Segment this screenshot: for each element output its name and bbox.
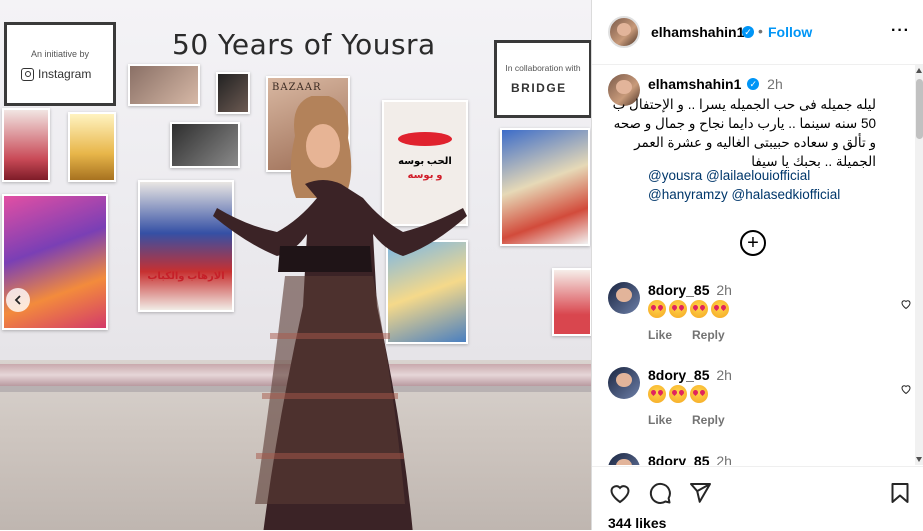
bookmark-icon[interactable]: [888, 481, 912, 505]
heart-icon[interactable]: [608, 481, 632, 505]
sign-instagram-brand: Instagram: [21, 67, 91, 81]
comments-scroll-area[interactable]: elhamshahin1 ✓ 2h ليله جميله فى حب الجمي…: [592, 65, 914, 465]
likes-count[interactable]: 344 likes: [608, 515, 666, 531]
header-separator: •: [758, 23, 763, 39]
poster-red-portrait: [552, 268, 591, 336]
commenter-username[interactable]: 8dory_85: [648, 367, 709, 383]
commenter-avatar[interactable]: [608, 453, 640, 465]
more-options-icon[interactable]: ···: [891, 22, 910, 40]
scrollbar-thumb[interactable]: [916, 79, 923, 139]
comment-item: 8dory_85 2h Like Reply: [592, 367, 914, 437]
heart-eyes-emoji-icon: [648, 300, 666, 319]
heart-eyes-emoji-icon: [669, 385, 687, 404]
chevron-left-icon: [14, 295, 21, 305]
mention-halasedkiofficial[interactable]: @halasedkiofficial: [732, 187, 841, 202]
poster-bazaar-word: BAZAAR: [272, 82, 322, 93]
poster-colorful-cast: [500, 128, 590, 246]
commenter-avatar[interactable]: [608, 282, 640, 314]
mention-lailaelouiofficial[interactable]: @lailaelouiofficial: [706, 168, 810, 183]
sign-bridge-small-text: In collaboration with: [505, 63, 581, 73]
heart-eyes-emoji-icon: [669, 300, 687, 319]
commenter-avatar[interactable]: [608, 367, 640, 399]
mention-hanyramzy[interactable]: @hanyramzy: [648, 187, 728, 202]
comment-header: 8dory_85 2h: [648, 453, 732, 465]
comment-item: 8dory_85 2h Like Reply: [592, 282, 914, 352]
comment-icon[interactable]: [648, 481, 672, 505]
post-actions-bar: 344 likes: [592, 466, 923, 531]
author-avatar[interactable]: [608, 16, 640, 48]
photo-sign-bridge: In collaboration with BRIDGE: [494, 40, 591, 118]
comment-header: 8dory_85 2h: [648, 282, 732, 298]
post-side-panel: elhamshahin1 ✓ • Follow ··· elhamshahin1…: [591, 0, 923, 531]
comment-item: 8dory_85 2h: [592, 453, 914, 465]
post-photo[interactable]: 50 Years of Yousra An initiative by Inst…: [0, 0, 591, 530]
caption-mentions: @yousra @lailaelouiofficial @hanyramzy @…: [648, 166, 840, 204]
comment-like-button[interactable]: Like: [648, 328, 672, 342]
sign-instagram-brand-text: Instagram: [38, 67, 92, 81]
comment-time[interactable]: 2h: [716, 453, 732, 465]
caption-text: ليله جميله فى حب الجميله يسرا .. و الإحت…: [612, 97, 876, 169]
comments-scrollbar[interactable]: [915, 65, 923, 465]
caption-header: elhamshahin1 ✓ 2h: [648, 76, 783, 92]
poster-yellow-portrait: [68, 112, 116, 182]
scroll-down-arrow-icon[interactable]: [916, 457, 922, 462]
photo-banner-title: 50 Years of Yousra: [172, 28, 436, 61]
sign-bridge-brand-text: BRIDGE: [511, 81, 567, 95]
comment-emojis: [648, 385, 711, 404]
heart-icon[interactable]: [900, 383, 912, 395]
verified-badge-icon: ✓: [747, 78, 760, 91]
comment-time[interactable]: 2h: [716, 282, 732, 298]
mention-yousra[interactable]: @yousra: [648, 168, 702, 183]
comment-reply-button[interactable]: Reply: [692, 413, 725, 427]
verified-badge-icon: ✓: [742, 26, 754, 38]
comment-reply-button[interactable]: Reply: [692, 328, 725, 342]
photo-prev-button[interactable]: [6, 288, 30, 312]
comment-actions: Like Reply: [648, 328, 725, 342]
share-icon[interactable]: [688, 481, 712, 505]
caption-time[interactable]: 2h: [767, 76, 783, 92]
heart-eyes-emoji-icon: [648, 385, 666, 404]
follow-button[interactable]: Follow: [768, 24, 812, 40]
photo-person-figure: [213, 96, 467, 530]
comment-emojis: [648, 300, 732, 319]
comment-actions: Like Reply: [648, 413, 725, 427]
heart-eyes-emoji-icon: [690, 385, 708, 404]
sign-instagram-small-text: An initiative by: [30, 49, 90, 59]
instagram-logo-icon: [21, 67, 34, 81]
caption-username[interactable]: elhamshahin1: [648, 76, 741, 92]
photo-sign-instagram: An initiative by Instagram: [4, 22, 116, 106]
comment-time[interactable]: 2h: [716, 367, 732, 383]
heart-icon[interactable]: [900, 298, 912, 310]
scroll-up-arrow-icon[interactable]: [916, 68, 922, 73]
commenter-username[interactable]: 8dory_85: [648, 282, 709, 298]
heart-eyes-emoji-icon: [711, 300, 729, 319]
comment-like-button[interactable]: Like: [648, 413, 672, 427]
author-username[interactable]: elhamshahin1: [651, 24, 744, 40]
poster-red-dress: [2, 108, 50, 182]
heart-eyes-emoji-icon: [690, 300, 708, 319]
comment-header: 8dory_85 2h: [648, 367, 732, 383]
commenter-username[interactable]: 8dory_85: [648, 453, 709, 465]
post-header: elhamshahin1 ✓ • Follow ···: [592, 0, 923, 65]
plus-circle-icon[interactable]: +: [740, 230, 766, 256]
